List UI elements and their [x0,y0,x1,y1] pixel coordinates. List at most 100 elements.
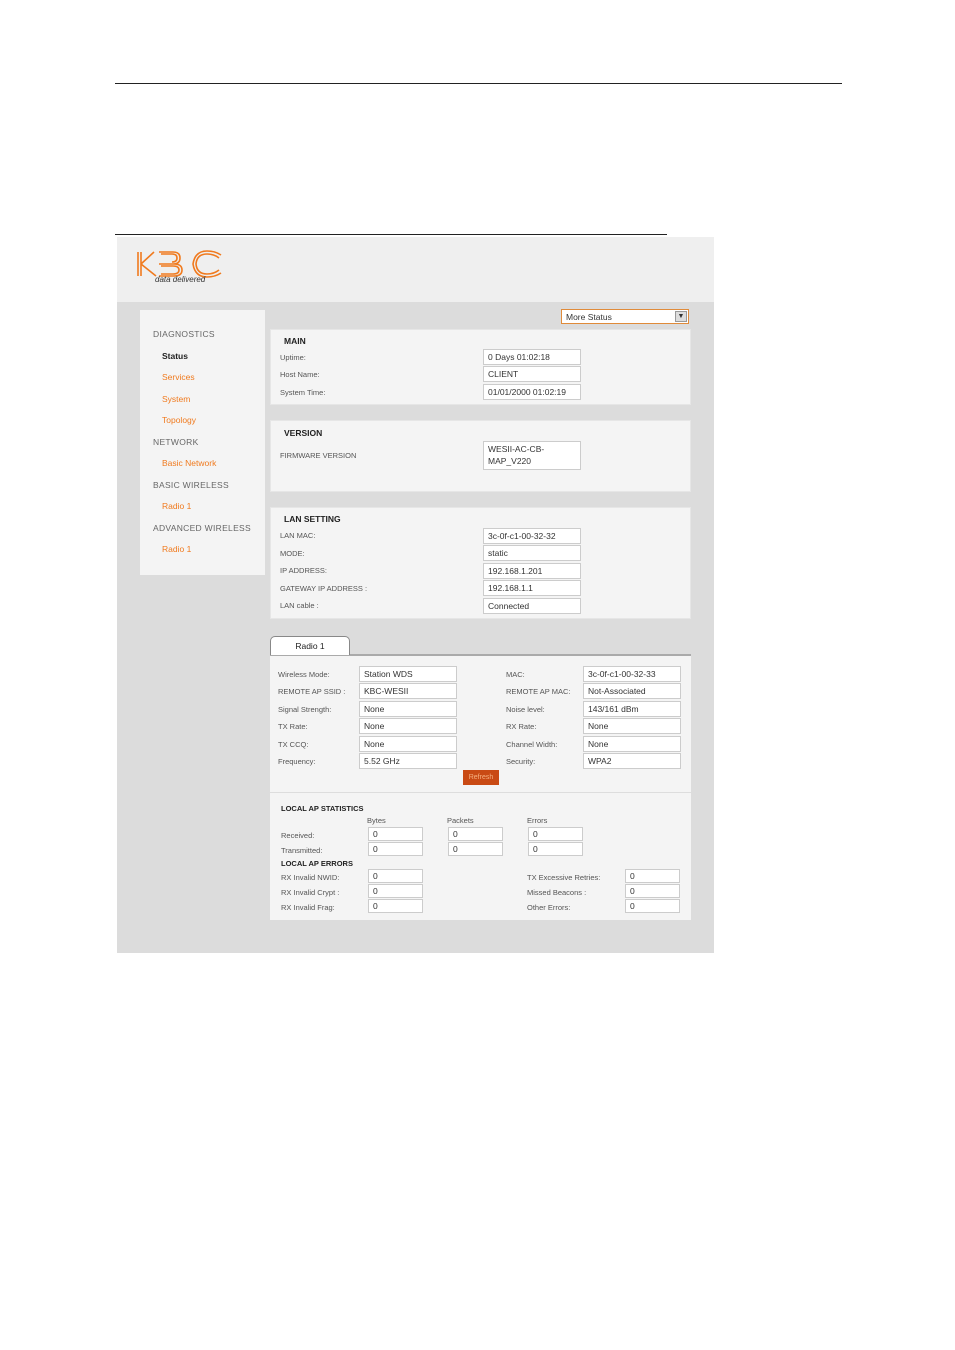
host-name-value: CLIENT [483,366,581,382]
received-packets: 0 [448,827,503,841]
chevron-down-icon[interactable]: ▼ [675,311,687,322]
other-errors-label: Other Errors: [527,903,571,912]
radio-tab-bar: Radio 1 [270,636,691,656]
ip-address-value: 192.168.1.201 [483,563,581,579]
frequency-value: 5.52 GHz [359,753,457,769]
channel-width-value: None [583,736,681,752]
status-view-select[interactable]: More Status ▼ [561,309,689,324]
transmitted-label: Transmitted: [281,846,323,855]
page-header: data delivered [117,237,714,302]
gateway-ip-value: 192.168.1.1 [483,580,581,596]
sidebar-item-services[interactable]: Services [162,372,195,382]
sidebar-item-basic-radio-1[interactable]: Radio 1 [162,501,191,511]
stats-col-bytes: Bytes [367,816,386,825]
received-errors: 0 [528,827,583,841]
lan-cable-label: LAN cable : [280,601,319,610]
version-panel-title: VERSION [284,428,323,438]
lan-setting-panel: LAN SETTING LAN MAC: 3c-0f-c1-00-32-32 M… [270,507,691,619]
security-label: Security: [506,757,536,766]
channel-width-label: Channel Width: [506,740,558,749]
wireless-mode-label: Wireless Mode: [278,670,330,679]
lan-mac-value: 3c-0f-c1-00-32-32 [483,528,581,544]
sidebar-nav: DIAGNOSTICS Status Services System Topol… [140,310,265,575]
main-panel-title: MAIN [284,336,306,346]
tx-ccq-label: TX CCQ: [278,740,309,749]
rx-invalid-crypt-label: RX Invalid Crypt : [281,888,340,897]
lan-cable-value: Connected [483,598,581,614]
sidebar-heading-network: NETWORK [153,437,199,447]
rx-invalid-frag-label: RX Invalid Frag: [281,903,335,912]
stats-col-errors: Errors [527,816,548,825]
missed-beacons-label: Missed Beacons : [527,888,587,897]
refresh-button[interactable]: Refresh [463,770,499,785]
ap-statistics-title: LOCAL AP STATISTICS [281,804,364,813]
signal-strength-label: Signal Strength: [278,705,332,714]
radio-status-panel: Wireless Mode: Station WDS REMOTE AP SSI… [270,656,691,920]
missed-beacons-value: 0 [625,884,680,898]
tx-ccq-value: None [359,736,457,752]
mac-value: 3c-0f-c1-00-32-33 [583,666,681,682]
signal-strength-value: None [359,701,457,717]
sidebar-item-basic-network[interactable]: Basic Network [162,458,216,468]
stats-col-packets: Packets [447,816,474,825]
sidebar-item-status[interactable]: Status [162,351,188,361]
tx-rate-value: None [359,718,457,734]
system-time-value: 01/01/2000 01:02:19 [483,384,581,400]
ip-address-label: IP ADDRESS: [280,566,327,575]
host-name-label: Host Name: [280,370,320,379]
received-label: Received: [281,831,315,840]
remote-ap-ssid-label: REMOTE AP SSID : [278,687,346,696]
mode-value: static [483,545,581,561]
remote-ap-mac-label: REMOTE AP MAC: [506,687,571,696]
tx-excessive-retries-label: TX Excessive Retries: [527,873,601,882]
firmware-version-line-1: WESII-AC-CB- [488,444,545,454]
transmitted-bytes: 0 [368,842,423,856]
tab-radio-1[interactable]: Radio 1 [270,636,350,655]
other-errors-value: 0 [625,899,680,913]
frequency-label: Frequency: [278,757,316,766]
sidebar-heading-basic-wireless: BASIC WIRELESS [153,480,229,490]
stats-divider [270,792,691,793]
firmware-version-line-2: MAP_V220 [488,456,531,466]
gateway-ip-label: GATEWAY IP ADDRESS : [280,584,368,593]
system-time-label: System Time: [280,388,326,397]
transmitted-errors: 0 [528,842,583,856]
rx-invalid-frag-value: 0 [368,899,423,913]
sidebar-heading-advanced-wireless: ADVANCED WIRELESS [153,523,251,533]
rx-invalid-nwid-value: 0 [368,869,423,883]
remote-ap-mac-value: Not-Associated [583,683,681,699]
rx-invalid-crypt-value: 0 [368,884,423,898]
version-panel: VERSION FIRMWARE VERSION WESII-AC-CB- MA… [270,420,691,492]
wireless-mode-value: Station WDS [359,666,457,682]
noise-level-label: Noise level: [506,705,545,714]
noise-level-value: 143/161 dBm [583,701,681,717]
security-value: WPA2 [583,753,681,769]
tx-rate-label: TX Rate: [278,722,308,731]
sidebar-item-advanced-radio-1[interactable]: Radio 1 [162,544,191,554]
router-status-page: data delivered DIAGNOSTICS Status Servic… [117,237,714,953]
logo-tagline: data delivered [155,275,206,284]
uptime-label: Uptime: [280,353,306,362]
sidebar-item-system[interactable]: System [162,394,190,404]
uptime-value: 0 Days 01:02:18 [483,349,581,365]
kbc-logo-icon [137,250,222,278]
received-bytes: 0 [368,827,423,841]
firmware-version-label: FIRMWARE VERSION [280,451,357,460]
main-panel: MAIN Uptime: 0 Days 01:02:18 Host Name: … [270,329,691,405]
lan-setting-title: LAN SETTING [284,514,341,524]
lan-mac-label: LAN MAC: [280,531,316,540]
document-rule-top [115,83,842,84]
firmware-version-value: WESII-AC-CB- MAP_V220 [483,441,581,470]
remote-ap-ssid-value: KBC-WESII [359,683,457,699]
transmitted-packets: 0 [448,842,503,856]
rx-rate-label: RX Rate: [506,722,537,731]
sidebar-item-topology[interactable]: Topology [162,415,196,425]
sidebar-heading-diagnostics: DIAGNOSTICS [153,329,215,339]
rx-rate-value: None [583,718,681,734]
mac-label: MAC: [506,670,525,679]
rx-invalid-nwid-label: RX Invalid NWID: [281,873,340,882]
tx-excessive-retries-value: 0 [625,869,680,883]
document-rule-middle [115,234,667,235]
ap-errors-title: LOCAL AP ERRORS [281,859,353,868]
status-view-select-value: More Status [566,312,612,322]
